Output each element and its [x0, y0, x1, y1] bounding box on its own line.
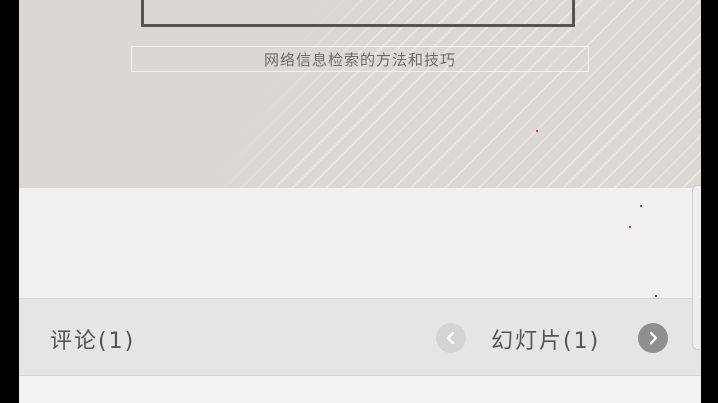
previous-slide-button[interactable]: [436, 323, 466, 353]
chevron-right-icon: [649, 331, 658, 345]
next-slide-button[interactable]: [638, 323, 668, 353]
artifact-dot: [640, 205, 642, 207]
slide-subtitle-box: 网络信息检索的方法和技巧: [131, 46, 589, 72]
comments-button[interactable]: 评论(1): [50, 323, 135, 355]
artifact-dot: [536, 130, 538, 132]
artifact-dot: [629, 226, 631, 228]
slides-label: 幻灯片(1): [491, 329, 601, 354]
artifact-dot: [655, 295, 657, 297]
list-area: [19, 376, 701, 403]
side-scroll-handle[interactable]: [692, 185, 700, 350]
slide-title-frame: [141, 0, 575, 27]
slide-subtitle: 网络信息检索的方法和技巧: [263, 50, 456, 69]
content-area: [19, 188, 701, 298]
app-screen: 网络信息检索的方法和技巧 评论(1) 幻灯片(1): [19, 0, 701, 403]
chevron-left-icon: [446, 331, 455, 345]
bottom-toolbar: 评论(1) 幻灯片(1): [19, 298, 701, 376]
slide-preview[interactable]: 网络信息检索的方法和技巧: [19, 0, 701, 188]
